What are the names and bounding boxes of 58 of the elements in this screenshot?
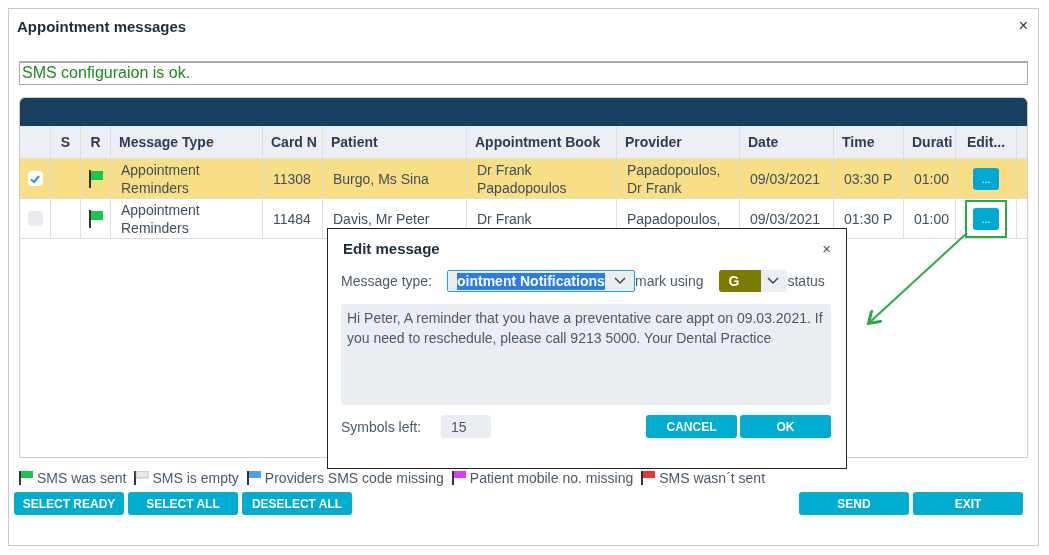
appointment-book-cell: Dr Frank (477, 209, 532, 228)
close-button[interactable]: × (1018, 18, 1028, 34)
patient-cell: Davis, Mr Peter (333, 209, 430, 228)
message-type-dropdown[interactable]: ointment Notifications (447, 270, 635, 292)
dialog-button[interactable]: OK (740, 415, 831, 438)
column-header: Durati (912, 133, 953, 151)
action-button[interactable]: SEND (799, 492, 909, 515)
date-cell: 09/03/2021 (750, 209, 821, 228)
appointment-book-cell-text: Dr Frank Papadopoulos (477, 160, 568, 197)
duration-cell: 01:00 (914, 169, 950, 188)
column-header: R (90, 133, 101, 151)
action-button[interactable]: DESELECT ALL (242, 492, 352, 515)
dialog-button[interactable]: CANCEL (646, 415, 737, 438)
table-row[interactable]: Appointment Reminders 11308 Burgo, Ms Sina Dr Frank Papadopoulos Papadopoulos, Dr Frank 09/03/2021 03:30 P 01:00 ... (20, 159, 1027, 199)
legend-label: Providers SMS code missing (264, 470, 444, 486)
column-header: Provider (625, 133, 682, 151)
action-button[interactable]: SELECT READY (14, 492, 124, 515)
field-label: status (787, 273, 825, 289)
status-dropdown[interactable]: G (719, 270, 788, 292)
time-cell: 01:30 P (844, 209, 893, 228)
column-header: S (60, 133, 71, 151)
symbols-left-field: 15 (441, 415, 491, 438)
legend-label: Patient mobile no. missing (469, 470, 634, 486)
action-button[interactable]: EXIT (913, 492, 1023, 515)
provider-cell: Papadopoulos, (627, 209, 721, 228)
patient-cell: Burgo, Ms Sina (333, 169, 429, 188)
message-type-cell-text: Appointment Reminders (121, 160, 201, 197)
card-number-cell: 11484 (273, 209, 311, 228)
field-label: Message type: (341, 273, 434, 289)
legend-label: SMS was sent (37, 470, 127, 486)
provider-cell-text: Papadopoulos, Dr Frank (627, 160, 722, 197)
close-button[interactable]: × (822, 240, 831, 256)
column-header: Patient (331, 133, 378, 151)
action-button[interactable]: SELECT ALL (128, 492, 238, 515)
column-header: Appointment Book (475, 133, 601, 151)
field-label: mark using (635, 273, 704, 289)
column-header: Card N (271, 133, 317, 151)
edit-button[interactable]: ... (973, 207, 999, 230)
window-title: Appointment messages (17, 17, 187, 35)
time-cell: 03:30 P (844, 169, 893, 188)
legend-label: SMS wasn´t sent (659, 470, 766, 486)
dialog-title: Edit message (342, 239, 440, 257)
column-header: Edit... (966, 133, 1006, 151)
duration-cell: 01:00 (914, 209, 950, 228)
chevron-down-icon (767, 277, 780, 285)
column-header: Date (748, 133, 779, 151)
message-field[interactable]: Hi Peter, A reminder that you have a preventative care appt on 09.03.2021. If you need to reschedule, please call 9213 5000. Your Dental Practice (341, 304, 831, 405)
field-label: Symbols left: (341, 418, 423, 435)
legend-label: SMS is empty (152, 470, 239, 486)
edit-button[interactable]: ... (973, 167, 999, 190)
column-header: Time (842, 133, 875, 151)
column-header: Message Type (119, 133, 214, 151)
date-cell: 09/03/2021 (750, 169, 821, 188)
message-type-cell-text: Appointment Reminders (121, 200, 201, 237)
status-field: SMS configuraion is ok. (19, 61, 1028, 85)
row-checkbox[interactable] (27, 171, 43, 186)
card-number-cell: 11308 (273, 169, 311, 188)
chevron-down-icon (614, 277, 626, 285)
